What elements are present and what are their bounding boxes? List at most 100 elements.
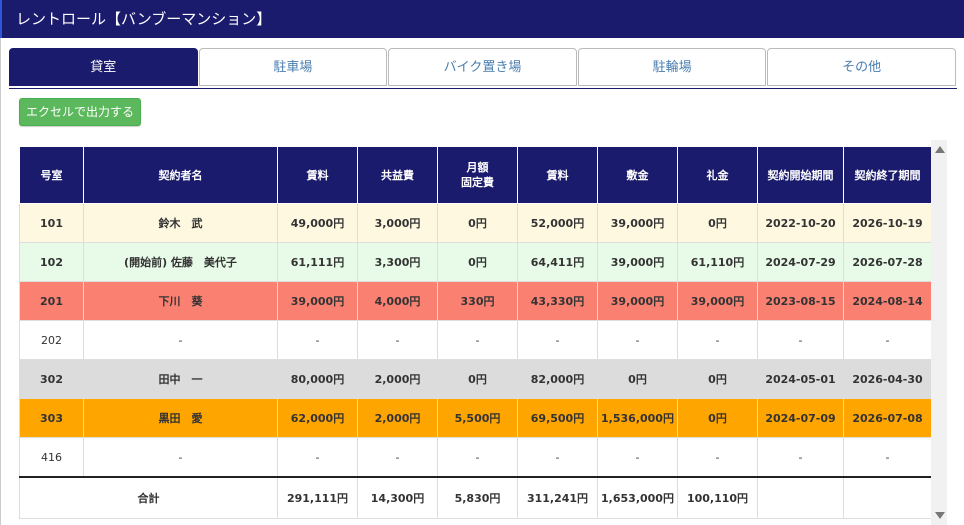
start-cell: 2024-05-01 — [757, 359, 844, 399]
end-cell: 2026-07-08 — [843, 398, 931, 438]
fixed-cell: 0円 — [437, 203, 518, 243]
deposit-cell: - — [597, 437, 678, 478]
table-row: 202 - - - - - - - - - — [19, 320, 931, 360]
tenant-cell: (開始前) 佐藤 美代子 — [83, 242, 278, 282]
total-label: 合計 — [19, 476, 278, 519]
common-cell: 3,300円 — [357, 242, 438, 282]
common-cell: 2,000円 — [357, 398, 438, 438]
deposit-cell: 39,000円 — [597, 281, 678, 321]
fixed-cell: - — [437, 437, 518, 478]
col-end-date: 契約終了期間 — [843, 146, 931, 204]
tenant-cell: 黒田 愛 — [83, 398, 278, 438]
common-cell: 3,000円 — [357, 203, 438, 243]
total-row: 合計 291,111円 14,300円 5,830円 311,241円 1,65… — [19, 476, 931, 519]
key-money-cell: - — [677, 320, 758, 360]
room-cell: 101 — [19, 203, 84, 243]
deposit-cell: 39,000円 — [597, 203, 678, 243]
room-cell: 201 — [19, 281, 84, 321]
table-header-row: 号室 契約者名 賃料 共益費 月額 固定費 賃料 敷金 礼金 契約開始期間 契約… — [19, 146, 931, 204]
total-start — [757, 476, 844, 519]
total-cell: - — [517, 437, 598, 478]
key-money-cell: 61,110円 — [677, 242, 758, 282]
tenant-cell: 田中 一 — [83, 359, 278, 399]
start-cell: 2024-07-29 — [757, 242, 844, 282]
total-key-money: 100,110円 — [677, 476, 758, 519]
fixed-cell: 330円 — [437, 281, 518, 321]
key-money-cell: 0円 — [677, 359, 758, 399]
end-cell: 2026-07-28 — [843, 242, 931, 282]
deposit-cell: 1,536,000円 — [597, 398, 678, 438]
rent-cell: - — [277, 437, 358, 478]
table-row: 416 - - - - - - - - - — [19, 437, 931, 478]
end-cell: 2026-10-19 — [843, 203, 931, 243]
col-rent: 賃料 — [277, 146, 358, 204]
end-cell: 2026-04-30 — [843, 359, 931, 399]
end-cell: - — [843, 320, 931, 360]
room-cell: 416 — [19, 437, 84, 478]
scroll-up-arrow-icon[interactable] — [935, 146, 945, 153]
common-cell: 4,000円 — [357, 281, 438, 321]
room-cell: 102 — [19, 242, 84, 282]
total-cell: 82,000円 — [517, 359, 598, 399]
table-row: 201 下川 葵 39,000円 4,000円 330円 43,330円 39,… — [19, 281, 931, 321]
key-money-cell: 0円 — [677, 203, 758, 243]
start-cell: - — [757, 320, 844, 360]
common-cell: 2,000円 — [357, 359, 438, 399]
room-cell: 202 — [19, 320, 84, 360]
tenant-cell: - — [83, 437, 278, 478]
key-money-cell: - — [677, 437, 758, 478]
rent-roll-table: 号室 契約者名 賃料 共益費 月額 固定費 賃料 敷金 礼金 契約開始期間 契約… — [19, 146, 931, 519]
rent-cell: 49,000円 — [277, 203, 358, 243]
table-row: 101 鈴木 武 49,000円 3,000円 0円 52,000円 39,00… — [19, 203, 931, 243]
tab-other[interactable]: その他 — [767, 48, 956, 86]
start-cell: 2023-08-15 — [757, 281, 844, 321]
fixed-cell: 5,500円 — [437, 398, 518, 438]
tab-bike-parking[interactable]: バイク置き場 — [388, 48, 577, 86]
scroll-down-arrow-icon[interactable] — [935, 512, 945, 519]
tab-parking[interactable]: 駐車場 — [198, 48, 388, 86]
col-key-money: 礼金 — [677, 146, 758, 204]
total-rent: 291,111円 — [277, 476, 358, 519]
col-total-rent: 賃料 — [517, 146, 598, 204]
rent-cell: - — [277, 320, 358, 360]
total-cell: 69,500円 — [517, 398, 598, 438]
tab-underline — [9, 88, 957, 89]
total-total: 311,241円 — [517, 476, 598, 519]
tab-bar: 貸室 駐車場 バイク置き場 駐輪場 その他 — [9, 48, 957, 88]
total-common: 14,300円 — [357, 476, 438, 519]
common-cell: - — [357, 320, 438, 360]
common-cell: - — [357, 437, 438, 478]
rent-roll-table-wrap: 号室 契約者名 賃料 共益費 月額 固定費 賃料 敷金 礼金 契約開始期間 契約… — [19, 146, 931, 525]
start-cell: - — [757, 437, 844, 478]
tenant-cell: 下川 葵 — [83, 281, 278, 321]
table-scrollbar[interactable] — [931, 140, 947, 525]
end-cell: 2024-08-14 — [843, 281, 931, 321]
col-room: 号室 — [19, 146, 84, 204]
col-tenant: 契約者名 — [83, 146, 278, 204]
end-cell: - — [843, 437, 931, 478]
key-money-cell: 0円 — [677, 398, 758, 438]
window-title: レントロール【バンブーマンション】 — [0, 0, 964, 38]
room-cell: 302 — [19, 359, 84, 399]
tab-bicycle-parking[interactable]: 駐輪場 — [577, 48, 767, 86]
rent-cell: 62,000円 — [277, 398, 358, 438]
fixed-cell: 0円 — [437, 359, 518, 399]
rent-cell: 61,111円 — [277, 242, 358, 282]
export-excel-button[interactable]: エクセルで出力する — [19, 98, 141, 126]
room-cell: 303 — [19, 398, 84, 438]
deposit-cell: 0円 — [597, 359, 678, 399]
table-row: 102 (開始前) 佐藤 美代子 61,111円 3,300円 0円 64,41… — [19, 242, 931, 282]
main-panel: 貸室 駐車場 バイク置き場 駐輪場 その他 エクセルで出力する 号室 契約者名 … — [0, 38, 964, 525]
start-cell: 2024-07-09 — [757, 398, 844, 438]
key-money-cell: 39,000円 — [677, 281, 758, 321]
deposit-cell: - — [597, 320, 678, 360]
rent-cell: 80,000円 — [277, 359, 358, 399]
total-cell: 43,330円 — [517, 281, 598, 321]
table-row: 302 田中 一 80,000円 2,000円 0円 82,000円 0円 0円… — [19, 359, 931, 399]
col-start-date: 契約開始期間 — [757, 146, 844, 204]
tab-rooms[interactable]: 貸室 — [9, 48, 198, 86]
col-common-fee: 共益費 — [357, 146, 438, 204]
total-fixed: 5,830円 — [437, 476, 518, 519]
total-cell: 64,411円 — [517, 242, 598, 282]
deposit-cell: 39,000円 — [597, 242, 678, 282]
